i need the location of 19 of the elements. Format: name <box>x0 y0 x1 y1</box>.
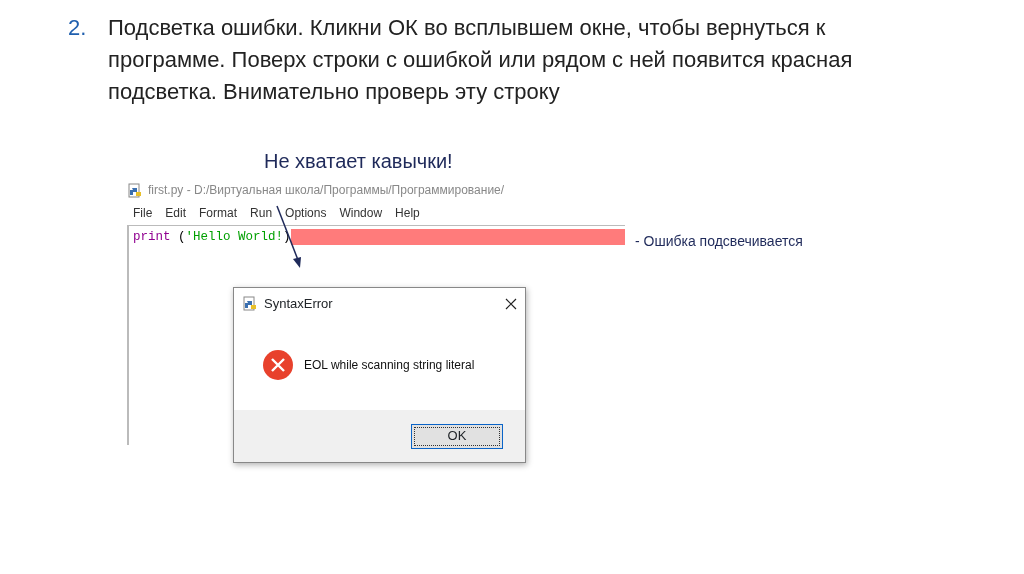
menu-item[interactable]: Edit <box>165 204 187 222</box>
menu-item[interactable]: Run <box>250 204 273 222</box>
python-file-icon <box>242 296 258 312</box>
legend-text: - Ошибка подсвечивается <box>635 232 803 251</box>
dialog-title: SyntaxError <box>264 295 334 313</box>
window-title: first.py - D:/Виртуальная школа/Программы/Программирование/ <box>148 182 505 199</box>
error-message: EOL while scanning string literal <box>304 356 475 374</box>
ok-button[interactable]: OK <box>411 423 503 449</box>
list-number: 2. <box>68 14 88 42</box>
python-file-icon <box>127 182 143 198</box>
paragraph: Подсветка ошибки. Кликни ОК во всплывшем окне, чтобы вернуться к программе. Поверх строки с ошибкой или рядом с ней появится красная подсветка. Внимательно проверь эту строку <box>108 14 854 106</box>
menu-item[interactable]: Window <box>339 204 383 222</box>
menu-item[interactable]: Format <box>199 204 238 222</box>
close-icon[interactable] <box>505 297 517 310</box>
menu-item[interactable]: File <box>133 204 153 222</box>
menu-item[interactable]: Help <box>395 204 420 222</box>
annotation: Не хватает кавычки! <box>264 149 453 174</box>
menu-item[interactable]: Options <box>285 204 327 222</box>
error-icon <box>262 348 294 381</box>
